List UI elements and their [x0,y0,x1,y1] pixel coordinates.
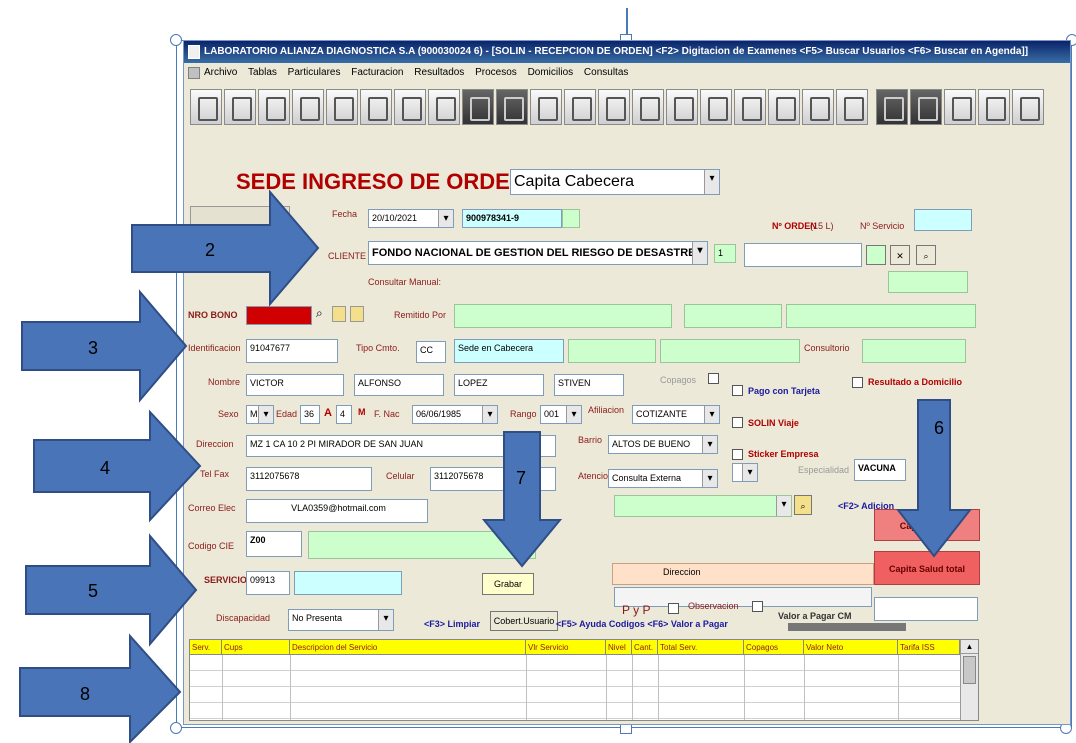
arrow-8: 8 [19,633,182,743]
arrow-5: 5 [25,533,198,647]
arrow-2-label: 2 [205,240,215,260]
arrow-7: 7 [481,431,563,568]
arrow-4-label: 4 [100,458,110,478]
arrow-3-label: 3 [88,338,98,358]
arrow-7-label: 7 [516,468,526,488]
arrow-8-label: 8 [80,684,90,704]
arrow-3: 3 [21,289,188,403]
arrow-6: 6 [895,399,973,558]
arrow-2: 2 [131,189,320,307]
annotation-layer: 2 3 4 5 6 7 8 [19,189,973,743]
arrow-6-label: 6 [934,418,944,438]
arrow-4: 4 [33,409,202,523]
arrow-5-label: 5 [88,581,98,601]
